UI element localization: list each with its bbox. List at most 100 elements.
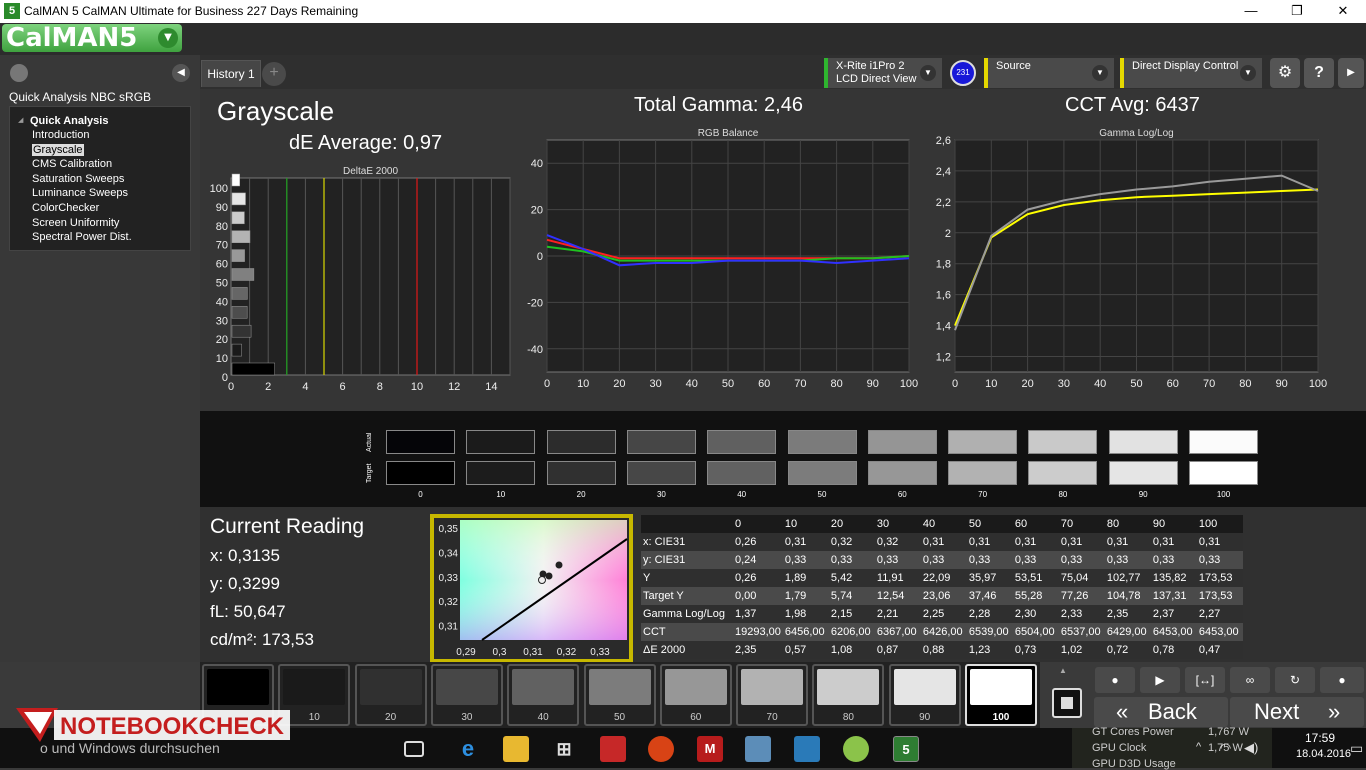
- patch-90[interactable]: 90: [888, 664, 961, 726]
- patch-swatch: [664, 669, 727, 705]
- table-cell: 12,54: [876, 590, 905, 602]
- volume-icon[interactable]: ◀): [1244, 740, 1258, 756]
- table-cell: 1,37: [735, 608, 757, 620]
- table-cell: 1,79: [784, 590, 807, 602]
- next-button[interactable]: Next »: [1230, 697, 1364, 727]
- table-cell: 104,78: [1106, 590, 1141, 602]
- actual-swatch: [1189, 430, 1258, 454]
- table-cell: 0,57: [784, 644, 807, 656]
- folder-icon[interactable]: [503, 736, 529, 762]
- table-cell: 5,74: [830, 590, 853, 602]
- table-cell: 0,33: [784, 554, 807, 566]
- patch-20[interactable]: 20: [354, 664, 427, 726]
- table-cell: 0,26: [735, 572, 757, 584]
- rgb-balance-xtick: 90: [867, 378, 879, 390]
- table-cell: 0,78: [1152, 644, 1175, 656]
- cie-ytick: 0,34: [439, 548, 459, 559]
- table-cell: 2,35: [735, 644, 757, 656]
- patch-80[interactable]: 80: [812, 664, 885, 726]
- table-cell: Y: [643, 572, 651, 584]
- patch-label: 100: [992, 712, 1010, 723]
- paint-icon[interactable]: [843, 736, 869, 762]
- patch-swatch: [435, 669, 498, 705]
- refresh-button[interactable]: ↻: [1275, 667, 1315, 693]
- patch-40[interactable]: 40: [507, 664, 580, 726]
- table-cell: 6504,00: [1014, 626, 1055, 638]
- rgb-balance-xtick: 0: [544, 378, 550, 390]
- patch-60[interactable]: 60: [659, 664, 732, 726]
- current-reading-title: Current Reading: [210, 515, 365, 538]
- patch-swatch: [817, 669, 880, 705]
- actual-swatch: [466, 430, 536, 454]
- patch-30[interactable]: 30: [430, 664, 503, 726]
- deltae-ytick: 0: [222, 372, 228, 384]
- table-cell: CCT: [643, 626, 666, 638]
- clock[interactable]: 17:59 18.04.2016: [1296, 731, 1351, 760]
- deltae-xtick: 14: [485, 381, 497, 393]
- table-cell: 0,73: [1014, 644, 1037, 656]
- reader-icon[interactable]: [600, 736, 626, 762]
- swatch-label: 50: [817, 490, 827, 499]
- monitor-app-icon[interactable]: [745, 736, 771, 762]
- table-cell: 0,72: [1106, 644, 1129, 656]
- table-cell: 6429,00: [1106, 626, 1147, 638]
- fit-icon: [↔]: [1195, 673, 1215, 687]
- stop-panel: ▲: [1043, 664, 1091, 726]
- table-cell: ΔE 2000: [643, 644, 686, 656]
- options-button[interactable]: ●: [1320, 667, 1364, 693]
- app-icon-1[interactable]: [648, 736, 674, 762]
- cie-ytick: 0,35: [439, 524, 459, 535]
- rgb-balance-xtick: 60: [758, 378, 770, 390]
- rgb-balance-ytick: 40: [531, 158, 543, 170]
- rgb-balance-ytick: 20: [531, 205, 543, 217]
- patch-swatch: [359, 669, 422, 705]
- back-button[interactable]: « Back: [1094, 697, 1228, 727]
- patch-100[interactable]: 100: [965, 664, 1037, 726]
- gamma-xtick: 40: [1094, 378, 1106, 390]
- table-cell: 0,33: [968, 554, 991, 566]
- cie-xtick: 0,32: [557, 647, 577, 658]
- record-button[interactable]: ●: [1095, 667, 1135, 693]
- wifi-icon[interactable]: ◠: [1220, 740, 1231, 756]
- play-button[interactable]: ▶: [1140, 667, 1180, 693]
- table-cell: 6456,00: [784, 626, 825, 638]
- table-row: y: CIE31 0,24 0,33 0,33 0,33 0,33 0,33 0,33 0,33…: [641, 551, 1243, 569]
- patch-50[interactable]: 50: [583, 664, 656, 726]
- notification-icon[interactable]: ▭: [1350, 740, 1363, 757]
- table-cell: 37,46: [968, 590, 997, 602]
- hwinfo-sensor: GPU Clock: [1092, 742, 1147, 754]
- fit-button[interactable]: [↔]: [1185, 667, 1225, 693]
- table-cell: 55,28: [1014, 590, 1043, 602]
- deltae-bar: [231, 230, 251, 243]
- table-cell: 0,33: [876, 554, 899, 566]
- table-cell: 0,31: [1198, 536, 1221, 548]
- table-cell: 0,26: [735, 536, 757, 548]
- table-cell: 6426,00: [922, 626, 963, 638]
- hwinfo-panel: GT Cores Power GPU Clock GPU D3D Usage 1,76…: [1072, 726, 1272, 770]
- cie-ytick: 0,32: [439, 597, 459, 608]
- task-view-icon[interactable]: [404, 741, 424, 757]
- stats-app-icon[interactable]: [794, 736, 820, 762]
- mcafee-icon[interactable]: M: [697, 736, 723, 762]
- table-cell: 0,87: [876, 644, 899, 656]
- store-icon[interactable]: ⊞: [551, 736, 577, 762]
- chevron-up-icon[interactable]: ▲: [1059, 666, 1067, 675]
- table-cell: 0,33: [1152, 554, 1175, 566]
- gamma-xtick: 50: [1130, 378, 1142, 390]
- deltae-bar: [231, 173, 240, 187]
- chevron-up-icon[interactable]: ^: [1196, 741, 1201, 753]
- cie-chart[interactable]: 0,29 0,3 0,31 0,32 0,33 0,35 0,34 0,33 0,32 0,31: [430, 514, 633, 663]
- table-cell: 0,00: [735, 590, 757, 602]
- table-row: CCT 19293,00 6456,00 6206,00 6367,00 6426,00 6…: [641, 623, 1243, 641]
- loop-button[interactable]: ∞: [1230, 667, 1270, 693]
- table-row: Y 0,26 1,89 5,42 11,91 22,09 35,97 53,51 75,04 10…: [641, 569, 1243, 587]
- stop-button[interactable]: [1052, 688, 1082, 718]
- table-cell: 6367,00: [876, 626, 917, 638]
- patch-70[interactable]: 70: [736, 664, 809, 726]
- patch-label: 40: [537, 712, 549, 723]
- table-header-cell: 80: [1106, 518, 1120, 530]
- edge-icon[interactable]: e: [455, 736, 481, 762]
- calman-taskbar-icon[interactable]: 5: [893, 736, 919, 762]
- rgb-balance-xtick: 40: [686, 378, 698, 390]
- actual-swatch: [386, 430, 455, 454]
